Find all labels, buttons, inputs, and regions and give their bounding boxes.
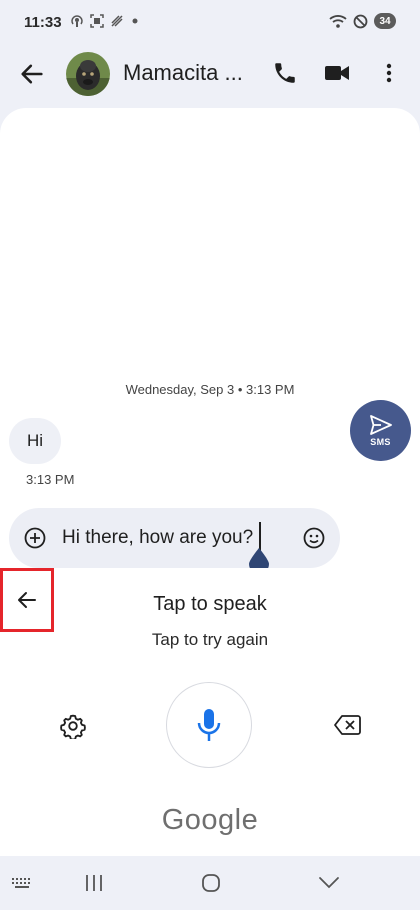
back-arrow-icon[interactable] (18, 60, 46, 88)
send-icon (369, 415, 392, 435)
microphone-icon (197, 709, 221, 741)
video-camera-icon[interactable] (323, 60, 351, 86)
conversation-header: Mamacita ... (0, 46, 420, 102)
compose-field[interactable]: Hi there, how are you? (9, 508, 340, 574)
dot-icon (132, 18, 138, 24)
chevron-down-icon[interactable] (318, 876, 340, 890)
backspace-icon[interactable] (333, 714, 361, 736)
message-timestamp: 3:13 PM (26, 472, 75, 487)
send-button[interactable]: SMS (350, 400, 411, 461)
status-left-icons (70, 14, 140, 28)
home-icon[interactable] (201, 873, 221, 893)
avatar[interactable] (66, 52, 110, 96)
phone-icon[interactable] (272, 60, 298, 86)
wifi-icon (329, 15, 347, 28)
keyboard-icon[interactable] (10, 875, 34, 891)
hotspot-icon (71, 15, 83, 27)
screenshot-icon (90, 14, 104, 28)
add-circle-icon[interactable] (23, 526, 47, 550)
voice-prompt-subtitle: Tap to try again (151, 630, 269, 649)
conversation-panel: Wednesday, Sep 3 • 3:13 PM Hi 3:13 PM Hi… (0, 108, 420, 586)
date-separator: Wednesday, Sep 3 • 3:13 PM (125, 382, 295, 397)
more-vert-icon[interactable] (379, 60, 399, 86)
settings-gear-icon[interactable] (60, 713, 86, 739)
do-not-disturb-icon (353, 14, 368, 28)
send-label: SMS (370, 437, 391, 447)
vibrate-icon (111, 15, 123, 27)
system-navigation-bar (0, 856, 420, 910)
emoji-icon[interactable] (302, 526, 326, 550)
voice-prompt-title[interactable]: Tap to speak (0, 593, 420, 616)
battery-icon: 34 (374, 13, 396, 29)
contact-name[interactable]: Mamacita ... (123, 60, 243, 86)
google-logo: Google (161, 804, 259, 836)
status-time: 11:33 (24, 14, 62, 31)
status-bar: 11:33 34 (0, 0, 420, 46)
message-bubble[interactable]: Hi (9, 418, 61, 464)
voice-input-panel: Tap to speak Tap to try again Google (0, 568, 420, 856)
status-right-icons: 34 (329, 13, 396, 29)
microphone-button[interactable] (166, 682, 252, 768)
compose-text[interactable]: Hi there, how are you? (62, 527, 253, 549)
recents-icon[interactable] (84, 873, 104, 893)
